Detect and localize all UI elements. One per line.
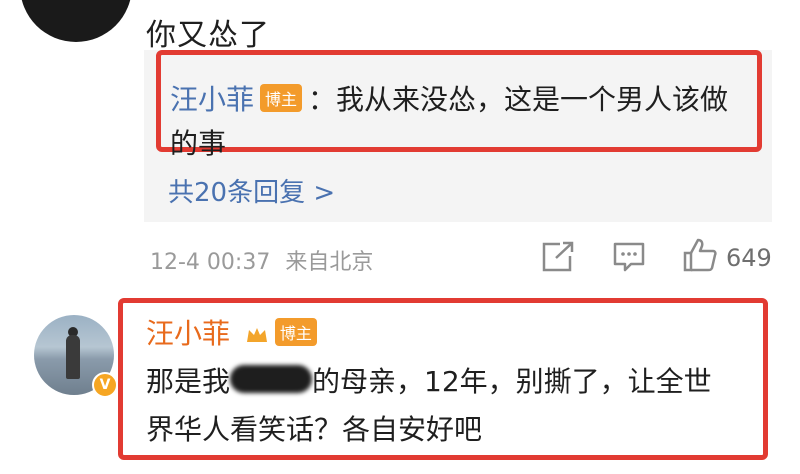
comment-icon[interactable] bbox=[611, 240, 647, 274]
source-location: 来自北京 bbox=[285, 250, 374, 275]
crown-icon bbox=[246, 328, 267, 342]
redaction-blur bbox=[230, 365, 313, 393]
verified-icon: V bbox=[92, 372, 118, 398]
like-count: 649 bbox=[726, 244, 772, 272]
thumbs-up-icon[interactable] bbox=[681, 236, 719, 274]
comment-text: 你又怂了 bbox=[146, 18, 270, 53]
author-badge: 博主 bbox=[260, 84, 303, 112]
reply-text-1: ：我从来没怂，这是一个男人该做 bbox=[308, 83, 729, 116]
commenter-avatar[interactable] bbox=[20, 0, 132, 42]
post-text-1a: 那是我 bbox=[146, 365, 231, 398]
post-line-2: 界华人看笑话？各自安好吧 bbox=[146, 413, 483, 446]
post-text-1b: 的母亲，12年，别撕了，让全世 bbox=[312, 365, 712, 398]
post-author-badge: 博主 bbox=[274, 318, 317, 346]
reply-line-1: 汪小菲 博主 ：我从来没怂，这是一个男人该做 bbox=[170, 78, 728, 118]
comment-meta: 12-4 00:37 来自北京 bbox=[150, 244, 373, 276]
post-line-1: 那是我 的母亲，12年，别撕了，让全世 bbox=[146, 360, 712, 400]
timestamp: 12-4 00:37 bbox=[150, 250, 271, 275]
post-header: 汪小菲 博主 bbox=[146, 312, 323, 352]
view-replies-link[interactable]: 共20条回复 > bbox=[168, 172, 335, 209]
reply-author[interactable]: 汪小菲 bbox=[170, 83, 254, 116]
post-author[interactable]: 汪小菲 bbox=[146, 317, 230, 350]
reply-line-2: 的事 bbox=[170, 127, 227, 160]
share-icon[interactable] bbox=[540, 240, 576, 274]
